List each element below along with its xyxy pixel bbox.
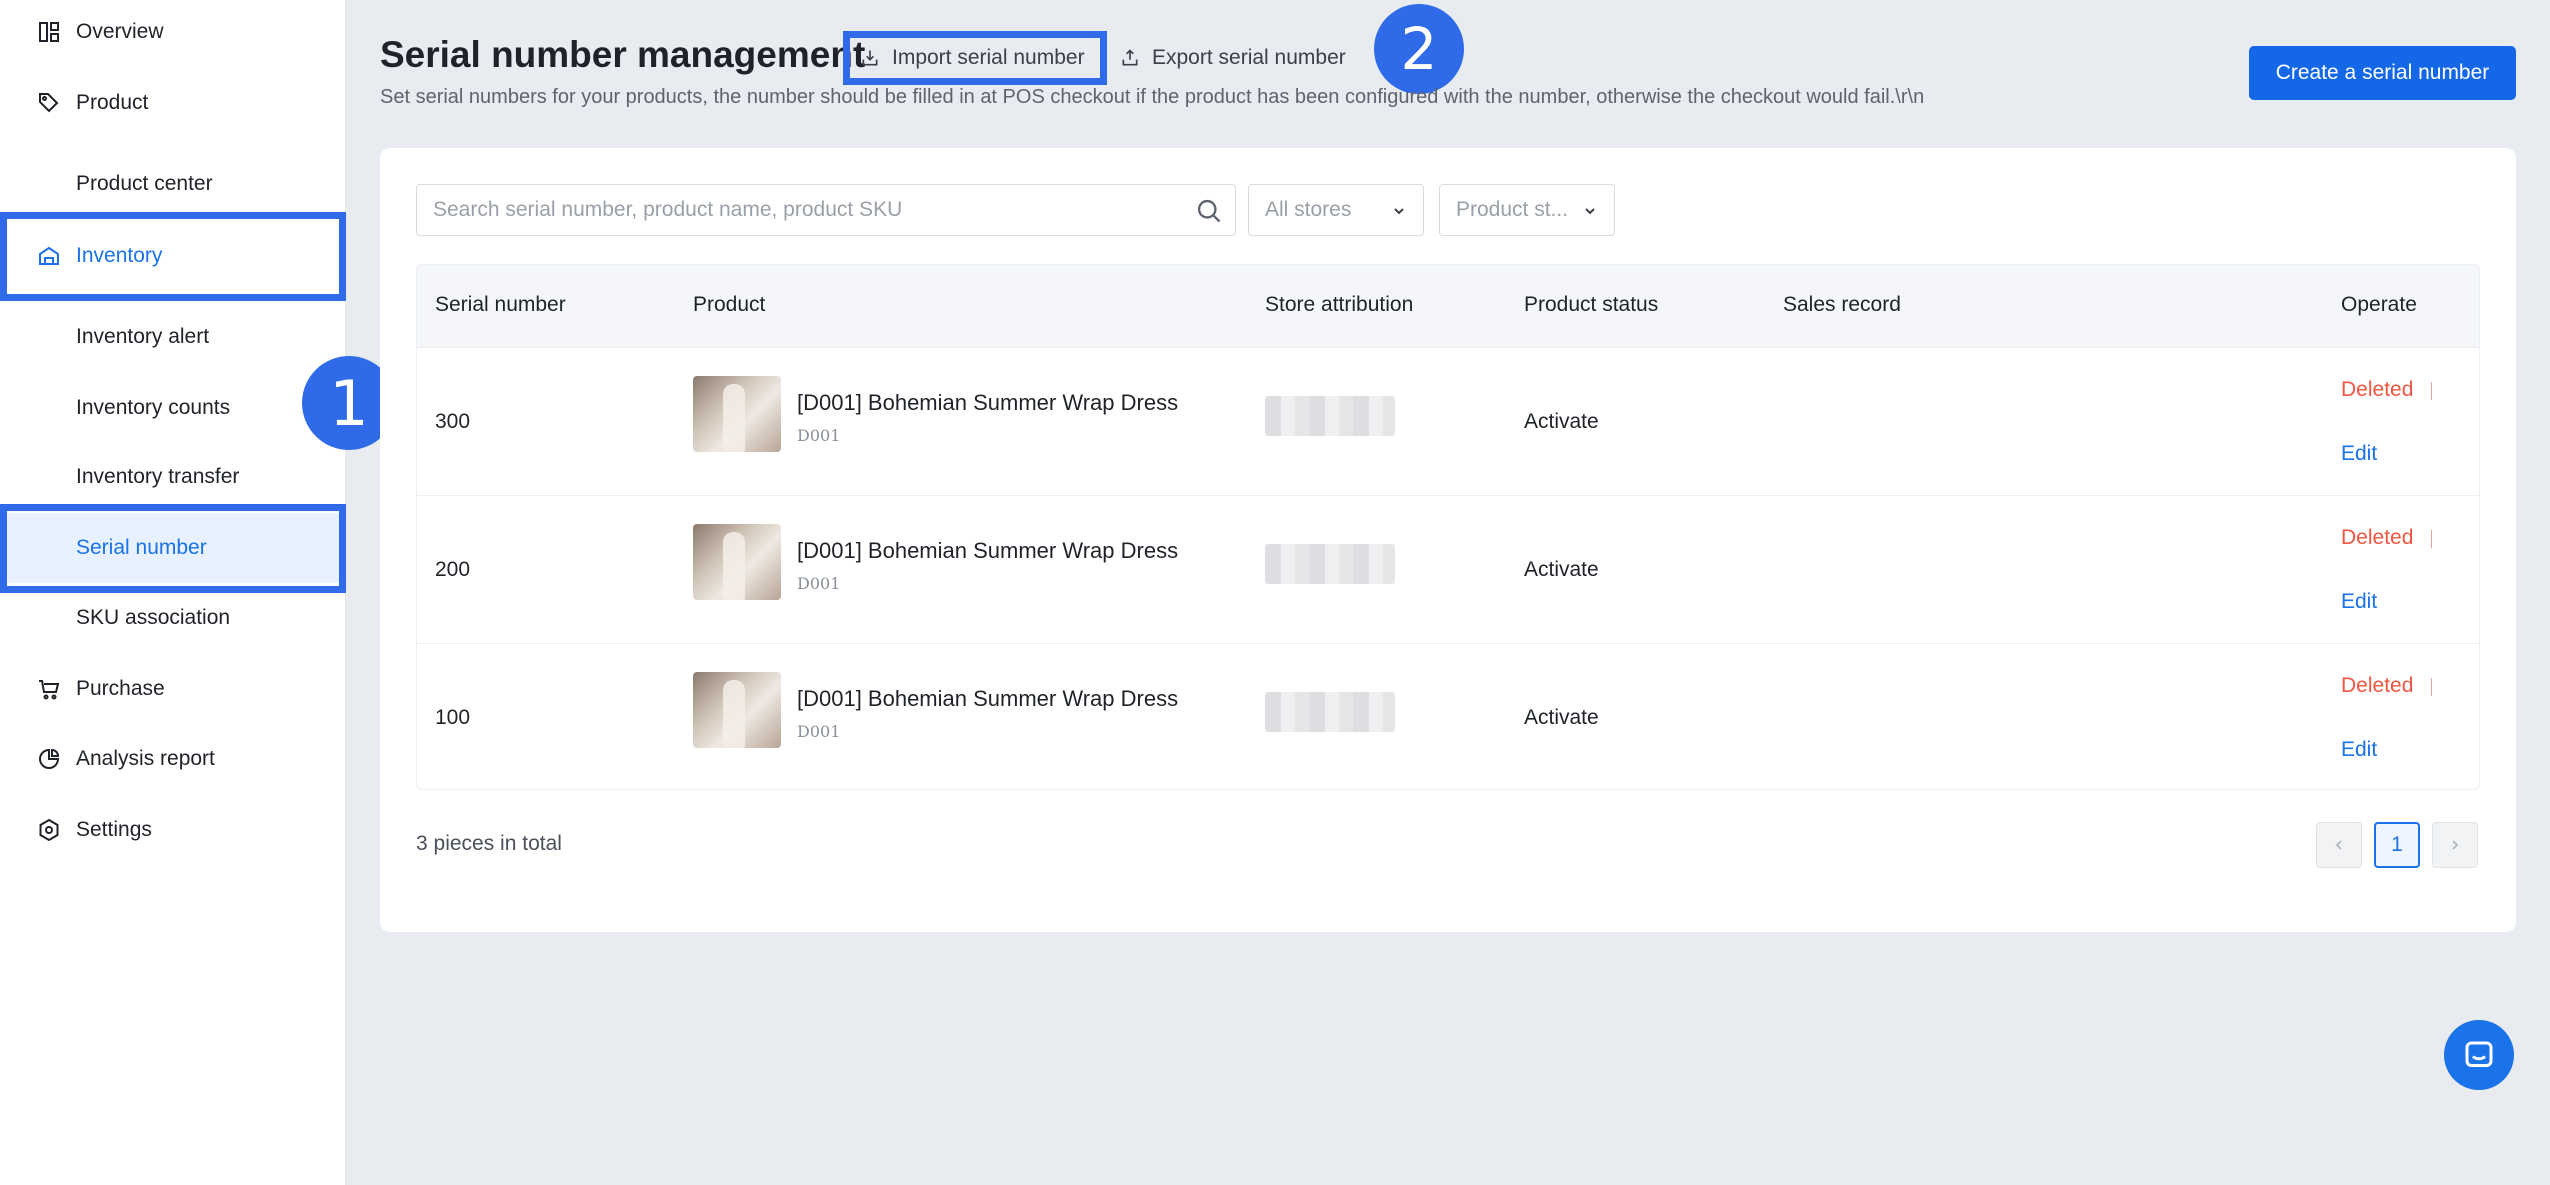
sidebar-item-product[interactable]: Product [0,68,346,138]
tag-icon [36,90,62,116]
sidebar-item-product-center[interactable]: Product center [0,149,346,219]
search-input[interactable] [417,198,1177,222]
step-badge-2: 2 [1374,4,1464,94]
chat-launcher-button[interactable] [2444,1020,2514,1090]
sidebar-item-label: Inventory [76,244,163,267]
product-thumbnail [693,672,781,748]
product-status-cell: Activate [1524,558,1599,581]
gear-icon [36,817,62,843]
serial-number-card: All stores Product st... Serial number P… [380,148,2516,932]
import-serial-number-label: Import serial number [892,46,1085,69]
table-row: 200 [D001] Bohemian Summer Wrap Dress D0… [417,495,2479,643]
store-attribution-redacted [1265,396,1395,436]
product-thumbnail [693,376,781,452]
table-header: Serial number Product Store attribution … [417,265,2479,347]
product-status-cell: Activate [1524,706,1599,729]
chevron-down-icon [1394,208,1404,215]
column-operate: Operate [2341,293,2417,316]
sidebar-item-settings[interactable]: Settings [0,795,346,865]
pie-chart-icon [36,746,62,772]
serial-number-cell: 100 [435,706,471,729]
prev-page-button[interactable] [2316,822,2362,868]
edit-button[interactable]: Edit [2341,590,2377,614]
sidebar-item-serial-number[interactable]: Serial number [0,513,346,583]
page-title: Serial number management [380,34,866,75]
chat-icon [2465,1041,2493,1067]
sidebar-item-label: Product center [76,172,213,195]
delete-button[interactable]: Deleted [2341,378,2413,402]
store-select[interactable]: All stores [1248,184,1424,236]
product-name: [D001] Bohemian Summer Wrap Dress [797,538,1179,563]
product-status-cell: Activate [1524,410,1599,433]
store-attribution-redacted [1265,692,1395,732]
product-sku: D001 [797,426,841,445]
warehouse-icon [36,243,62,269]
product-sku: D001 [797,574,841,593]
serial-number-cell: 200 [435,558,471,581]
sidebar-item-inventory-transfer[interactable]: Inventory transfer [0,442,346,512]
sidebar-item-label: SKU association [76,606,231,629]
dashboard-icon [36,19,62,45]
product-name: [D001] Bohemian Summer Wrap Dress [797,686,1179,711]
sidebar-item-label: Product [76,91,149,114]
table-row: 300 [D001] Bohemian Summer Wrap Dress D0… [417,347,2479,495]
export-serial-number-button[interactable]: Export serial number [1120,36,1346,80]
product-status-select[interactable]: Product st... [1439,184,1615,236]
store-select-value: All stores [1265,198,1352,221]
search-box [416,184,1236,236]
page-button-current[interactable]: 1 [2374,822,2420,868]
total-count: 3 pieces in total [416,832,562,855]
store-attribution-redacted [1265,544,1395,584]
chevron-left-icon [2335,840,2342,850]
product-name: [D001] Bohemian Summer Wrap Dress [797,390,1179,415]
sidebar-item-sku-association[interactable]: SKU association [0,583,346,653]
sidebar-item-label: Overview [76,20,164,43]
sidebar-item-purchase[interactable]: Purchase [0,654,346,724]
import-icon [862,50,878,66]
serial-number-cell: 300 [435,410,471,433]
import-serial-number-button[interactable]: Import serial number [843,31,1107,85]
chevron-right-icon [2452,840,2459,850]
delete-button[interactable]: Deleted [2341,526,2413,550]
product-sku: D001 [797,722,841,741]
sidebar-item-label: Inventory transfer [76,465,240,488]
sidebar-item-inventory[interactable]: Inventory [0,221,346,291]
sidebar-item-overview[interactable]: Overview [0,0,346,67]
create-serial-number-button[interactable]: Create a serial number [2249,46,2516,100]
column-product-status: Product status [1524,293,1659,316]
export-serial-number-label: Export serial number [1152,46,1346,69]
sidebar: Overview Product Product center Inventor… [0,0,346,1185]
product-thumbnail [693,524,781,600]
serial-number-table: Serial number Product Store attribution … [416,264,2480,790]
chevron-down-icon [1585,208,1595,215]
sidebar-item-label: Inventory alert [76,325,210,348]
sidebar-item-label: Inventory counts [76,396,231,419]
table-row: 100 [D001] Bohemian Summer Wrap Dress D0… [417,643,2479,789]
column-product: Product [693,293,766,316]
edit-button[interactable]: Edit [2341,738,2377,762]
operate-divider [2431,678,2432,696]
edit-button[interactable]: Edit [2341,442,2377,466]
sidebar-item-label: Analysis report [76,747,215,770]
sidebar-item-inventory-counts[interactable]: Inventory counts [0,373,346,443]
operate-divider [2431,530,2432,548]
search-icon[interactable] [1195,197,1223,230]
sidebar-item-label: Settings [76,818,152,841]
sidebar-item-analysis-report[interactable]: Analysis report [0,724,346,794]
export-icon [1122,49,1138,66]
product-status-select-value: Product st... [1456,198,1569,221]
column-serial-number: Serial number [435,293,566,316]
page-description: Set serial numbers for your products, th… [380,86,1925,108]
sidebar-item-label: Serial number [76,536,207,559]
cart-icon [36,676,62,702]
sidebar-item-inventory-alert[interactable]: Inventory alert [0,302,346,372]
column-store-attribution: Store attribution [1265,293,1414,316]
operate-divider [2431,382,2432,400]
sidebar-item-label: Purchase [76,677,165,700]
delete-button[interactable]: Deleted [2341,674,2413,698]
next-page-button[interactable] [2432,822,2478,868]
column-sales-record: Sales record [1783,293,1901,316]
